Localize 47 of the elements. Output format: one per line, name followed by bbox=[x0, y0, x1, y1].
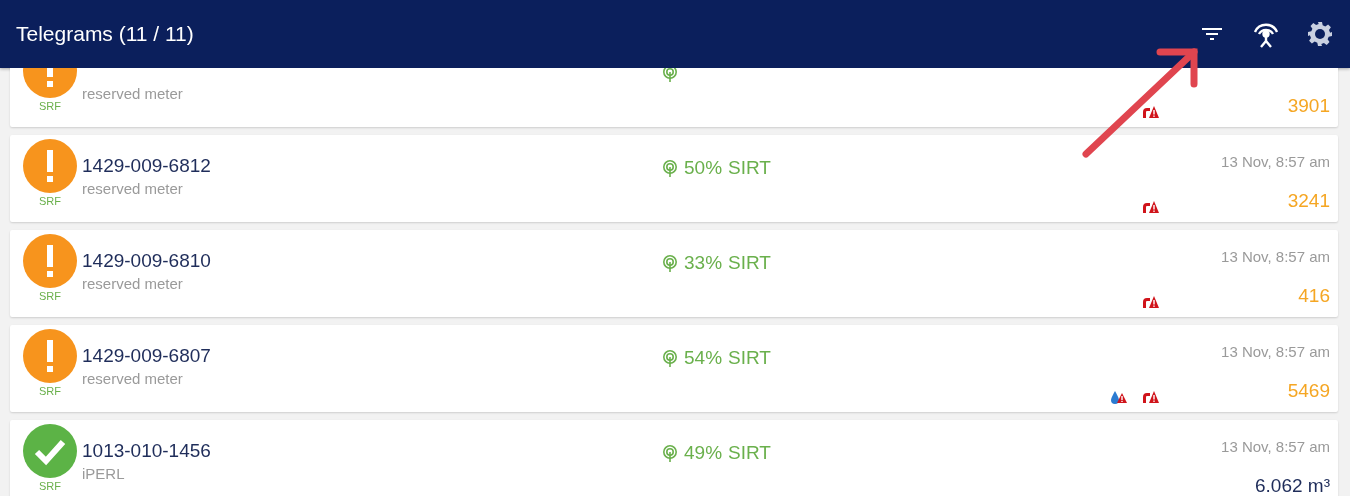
timestamp: 13 Nov, 8:57 am bbox=[1221, 152, 1330, 171]
radio-type-label: SRF bbox=[39, 480, 61, 492]
signal-strength: 50% bbox=[684, 157, 723, 179]
signal-icon bbox=[662, 68, 678, 83]
signal-icon bbox=[662, 445, 678, 463]
protocol-label: SIRT bbox=[728, 252, 771, 274]
meter-reading: 3901 bbox=[1287, 93, 1330, 118]
radio-type-label: SRF bbox=[39, 290, 61, 302]
telegram-card[interactable]: SRF 1429-009-6807 reserved meter 54% SIRT 13 Nov, 8:57 am 5469 bbox=[10, 325, 1338, 412]
backflow-alert-icon bbox=[1142, 294, 1160, 309]
meter-id: 1429-009-6810 bbox=[82, 250, 212, 272]
telegram-card[interactable]: SRF 1429-009-6812 reserved meter 50% SIRT 13 Nov, 8:57 am 3241 bbox=[10, 135, 1338, 222]
backflow-alert-icon bbox=[1142, 199, 1160, 214]
backflow-alert-icon bbox=[1142, 104, 1160, 119]
meter-type: reserved meter bbox=[82, 85, 184, 102]
timestamp: 13 Nov, 8:57 am bbox=[1221, 247, 1330, 266]
signal-icon bbox=[662, 160, 678, 178]
meter-id: 1429-009-6812 bbox=[82, 155, 212, 177]
radio-type-label: SRF bbox=[39, 385, 61, 397]
signal-icon bbox=[662, 350, 678, 368]
settings-icon[interactable] bbox=[1306, 20, 1334, 48]
timestamp: 13 Nov, 8:57 am bbox=[1221, 437, 1330, 456]
signal-strength: 54% bbox=[684, 347, 723, 369]
meter-id: 1013-010-1456 bbox=[82, 440, 212, 462]
meter-type: iPERL bbox=[82, 465, 126, 482]
backflow-alert-icon bbox=[1142, 389, 1160, 404]
meter-type: reserved meter bbox=[82, 180, 184, 197]
leak-alert-icon bbox=[1110, 389, 1128, 404]
signal-strength: 33% bbox=[684, 252, 723, 274]
meter-type: reserved meter bbox=[82, 275, 184, 292]
telegram-card[interactable]: SRF 1429-009-6810 reserved meter 33% SIRT 13 Nov, 8:57 am 416 bbox=[10, 230, 1338, 317]
meter-type: reserved meter bbox=[82, 370, 184, 387]
protocol-label: SIRT bbox=[728, 442, 771, 464]
meter-reading: 5469 bbox=[1287, 378, 1330, 403]
protocol-label: SIRT bbox=[728, 347, 771, 369]
timestamp: 13 Nov, 8:57 am bbox=[1221, 342, 1330, 361]
radio-type-label: SRF bbox=[39, 195, 61, 207]
meter-reading: 416 bbox=[1298, 283, 1330, 308]
meter-reading: 3241 bbox=[1287, 188, 1330, 213]
signal-icon bbox=[662, 255, 678, 273]
radio-type-label: SRF bbox=[39, 100, 61, 112]
screen-title: Telegrams (11 / 11) bbox=[16, 22, 195, 46]
telegram-card[interactable]: SRF 1013-010-1456 iPERL 49% SIRT 13 Nov, 8:57 am 6.062 m³ bbox=[10, 420, 1338, 496]
protocol-label: SIRT bbox=[728, 157, 771, 179]
meter-id: 1429-009-6807 bbox=[82, 345, 212, 367]
meter-reading: 6.062 m³ bbox=[1255, 473, 1330, 496]
signal-strength: 49% bbox=[684, 442, 723, 464]
